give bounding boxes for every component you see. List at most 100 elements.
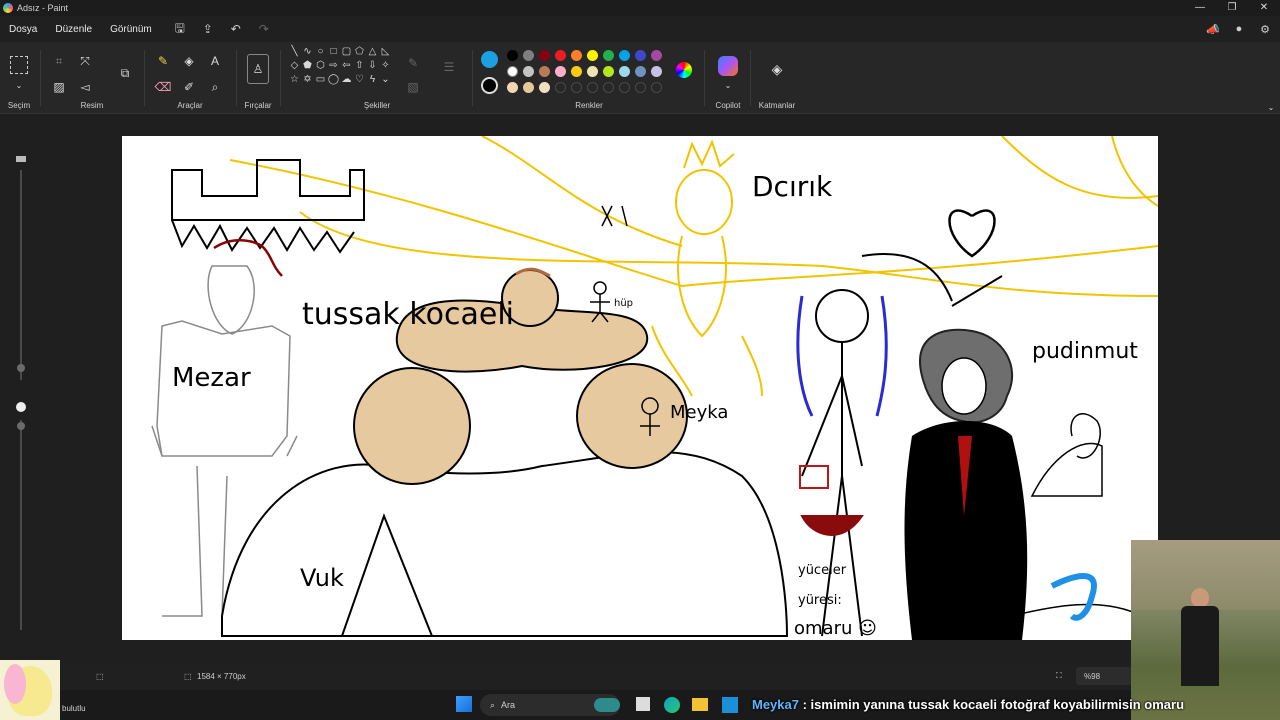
secondary-color-swatch[interactable] [481,77,498,94]
resize-icon[interactable]: ⤧ [76,52,94,70]
color-swatch[interactable] [523,50,534,61]
color-swatch[interactable] [539,50,550,61]
file-explorer-icon[interactable] [692,698,708,711]
color-swatch[interactable] [523,82,534,93]
triangle-shape-icon[interactable]: △ [366,46,379,60]
color-picker-icon[interactable]: ✐ [180,78,198,96]
edit-colors-icon[interactable] [676,62,692,78]
size-icon[interactable]: ☰ [440,58,458,76]
arrow-down-shape-icon[interactable]: ⇩ [366,60,379,74]
color-swatch[interactable] [603,66,614,77]
brush-icon[interactable]: ♙ [247,54,269,84]
pentagon-shape-icon[interactable]: ⬟ [301,60,314,74]
save-icon[interactable]: 🖫 [171,20,189,38]
layers-icon[interactable]: ◈ [768,60,786,78]
polygon-shape-icon[interactable]: ⬠ [353,46,366,60]
color-swatch[interactable] [507,82,518,93]
color-palette[interactable] [505,48,665,96]
menu-edit[interactable]: Düzenle [46,24,101,35]
empty-color-swatch[interactable] [603,82,614,93]
outline-icon[interactable]: ✎ [404,54,422,72]
maximize-button[interactable]: ❐ [1216,0,1248,16]
size-slider-track[interactable] [20,170,22,380]
widgets-icon[interactable] [594,698,620,712]
primary-color-swatch[interactable] [481,51,498,68]
callout-rect-shape-icon[interactable]: ▭ [314,74,327,88]
drawing-canvas[interactable]: Dcırık tussak kocaeli Mezar Meyka hüp pu… [122,136,1158,640]
color-swatch[interactable] [571,50,582,61]
more-shapes-icon[interactable]: ⌄ [379,74,392,88]
curve-shape-icon[interactable]: ∿ [301,46,314,60]
magnifier-icon[interactable]: ⌕ [206,78,224,96]
color-swatch[interactable] [555,50,566,61]
empty-color-swatch[interactable] [587,82,598,93]
copilot-icon[interactable] [718,56,738,76]
color-swatch[interactable] [555,66,566,77]
fill-icon[interactable]: ◈ [180,52,198,70]
announce-icon[interactable]: 📣 [1204,23,1222,36]
empty-color-swatch[interactable] [555,82,566,93]
fit-icon[interactable]: ⛶ [1056,671,1062,681]
task-view-icon[interactable] [636,697,650,711]
settings-icon[interactable]: ⚙ [1256,23,1274,36]
image-creator-icon[interactable]: ⧉ [116,64,134,82]
remove-bg-icon[interactable]: ▨ [50,78,68,96]
callout-oval-shape-icon[interactable]: ◯ [327,74,340,88]
rotate-icon[interactable]: ◅ [76,78,94,96]
color-swatch[interactable] [539,82,550,93]
empty-color-swatch[interactable] [635,82,646,93]
close-button[interactable]: ✕ [1248,0,1280,16]
oval-shape-icon[interactable]: ○ [314,46,327,60]
select-icon[interactable] [10,56,28,74]
color-swatch[interactable] [507,66,518,77]
opacity-slider-thumb[interactable] [17,422,25,430]
hexagon-shape-icon[interactable]: ⬡ [314,60,327,74]
heart-shape-icon[interactable]: ♡ [353,74,366,88]
arrow-up-shape-icon[interactable]: ⇧ [353,60,366,74]
photos-icon[interactable] [722,697,738,713]
shapes-gallery[interactable]: ╲ ∿ ○ □ ▢ ⬠ △ ◺ ◇ ⬟ ⬡ ⇨ ⇦ ⇧ ⇩ ✧ ☆ ✡ ▭ ◯ ☁ ♡ ϟ ⌄ [288,46,398,92]
empty-color-swatch[interactable] [619,82,630,93]
star4-shape-icon[interactable]: ✧ [379,60,392,74]
color-swatch[interactable] [651,50,662,61]
color-swatch[interactable] [619,50,630,61]
rounded-rect-shape-icon[interactable]: ▢ [340,46,353,60]
menu-view[interactable]: Görünüm [101,24,161,35]
color-swatch[interactable] [523,66,534,77]
crop-icon[interactable]: ⌗ [50,52,68,70]
callout-cloud-shape-icon[interactable]: ☁ [340,74,353,88]
menu-file[interactable]: Dosya [0,24,46,35]
account-icon[interactable]: ● [1230,23,1248,36]
edge-icon[interactable] [664,697,680,713]
redo-icon[interactable]: ↷ [255,20,273,38]
diamond-shape-icon[interactable]: ◇ [288,60,301,74]
empty-color-swatch[interactable] [651,82,662,93]
line-shape-icon[interactable]: ╲ [288,46,301,60]
text-icon[interactable]: A [206,52,224,70]
color-swatch[interactable] [587,66,598,77]
share-icon[interactable]: ⇪ [199,20,217,38]
right-triangle-shape-icon[interactable]: ◺ [379,46,392,60]
color-swatch[interactable] [635,66,646,77]
color-swatch[interactable] [587,50,598,61]
eraser-icon[interactable]: ⌫ [154,78,172,96]
rect-shape-icon[interactable]: □ [327,46,340,60]
color-swatch[interactable] [571,66,582,77]
start-icon[interactable] [456,696,472,712]
arrow-left-shape-icon[interactable]: ⇦ [340,60,353,74]
color-swatch[interactable] [619,66,630,77]
color-swatch[interactable] [603,50,614,61]
arrow-right-shape-icon[interactable]: ⇨ [327,60,340,74]
chevron-down-icon[interactable]: ⌄ [719,76,737,94]
star5-shape-icon[interactable]: ☆ [288,74,301,88]
opacity-slider-track[interactable] [20,420,22,630]
empty-color-swatch[interactable] [571,82,582,93]
lightning-shape-icon[interactable]: ϟ [366,74,379,88]
star6-shape-icon[interactable]: ✡ [301,74,314,88]
color-swatch[interactable] [539,66,550,77]
color-swatch[interactable] [651,66,662,77]
undo-icon[interactable]: ↶ [227,20,245,38]
color-swatch[interactable] [507,50,518,61]
size-slider-thumb[interactable] [17,364,25,372]
minimize-button[interactable]: — [1184,0,1216,16]
